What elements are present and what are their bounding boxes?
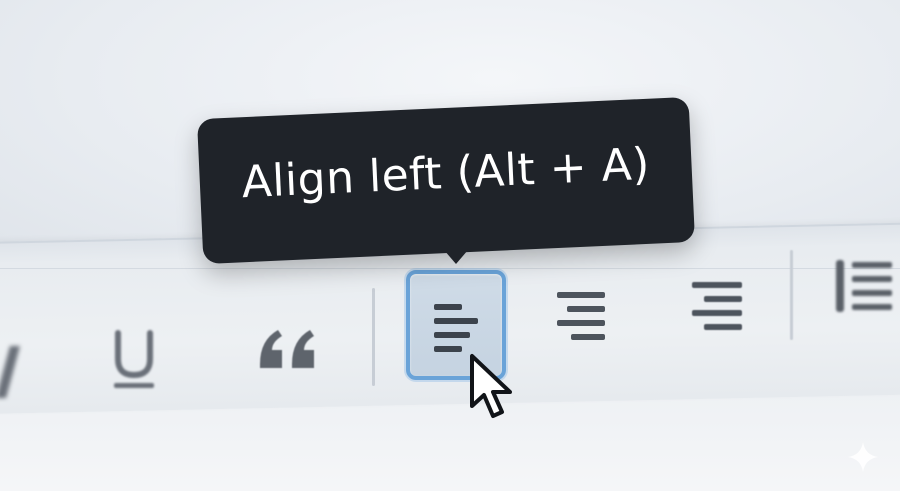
toolbar-separator bbox=[790, 250, 793, 340]
list-icon bbox=[836, 260, 892, 312]
underline-button[interactable] bbox=[108, 325, 160, 395]
toolbar-separator bbox=[372, 288, 375, 386]
sparkle-icon bbox=[846, 440, 880, 474]
tooltip-text: Align left (Alt + A) bbox=[240, 138, 651, 209]
align-right-icon bbox=[692, 282, 742, 330]
list-button[interactable] bbox=[830, 252, 900, 322]
align-center-button[interactable] bbox=[545, 282, 615, 352]
toolbar-top-border bbox=[0, 268, 900, 269]
blockquote-button[interactable] bbox=[252, 320, 324, 380]
tooltip-arrow bbox=[432, 236, 480, 264]
italic-icon bbox=[0, 346, 20, 398]
align-right-button[interactable] bbox=[684, 272, 754, 342]
align-center-icon bbox=[557, 292, 605, 340]
italic-button[interactable] bbox=[0, 342, 32, 402]
mouse-pointer-icon bbox=[466, 352, 522, 424]
underline-icon bbox=[114, 330, 154, 388]
quote-icon bbox=[260, 330, 314, 368]
